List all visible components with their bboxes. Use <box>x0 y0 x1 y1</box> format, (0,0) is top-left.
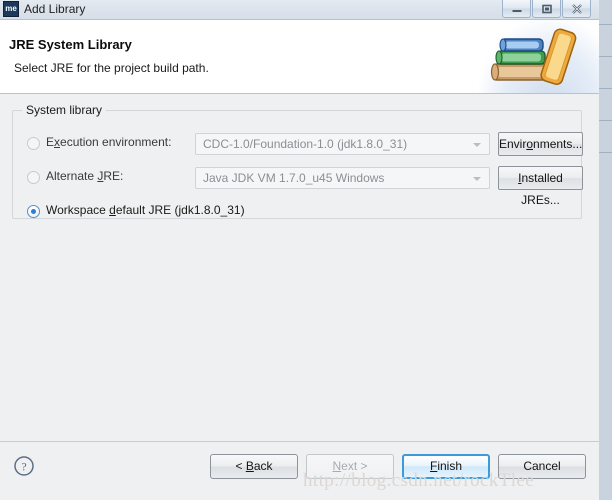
label-mnemonic: N <box>332 459 342 473</box>
cancel-button[interactable]: Cancel <box>498 454 586 479</box>
label-part: < <box>235 459 246 473</box>
close-button[interactable] <box>562 0 591 18</box>
label-part: efault JRE (jdk1.8.0_31) <box>115 203 245 217</box>
wizard-header: JRE System Library Select JRE for the pr… <box>0 19 599 94</box>
label-part: nments... <box>533 137 583 151</box>
execution-environment-value: CDC-1.0/Foundation-1.0 (jdk1.8.0_31) <box>203 137 408 151</box>
alternate-jre-label: Alternate JRE: <box>46 169 123 183</box>
stacked-books-icon <box>490 28 577 86</box>
header-banner-background <box>479 20 599 93</box>
chevron-down-icon <box>473 143 481 147</box>
workspace-default-jre-row: Workspace default JRE (jdk1.8.0_31) <box>13 199 581 225</box>
background-window-line <box>598 120 612 121</box>
finish-button[interactable]: Finish <box>402 454 490 479</box>
back-button[interactable]: < Back <box>210 454 298 479</box>
label-part: ext > <box>341 459 368 473</box>
next-button: Next > <box>306 454 394 479</box>
background-window-line <box>598 152 612 153</box>
environments-button[interactable]: Environments... <box>498 132 583 156</box>
background-window-line <box>598 24 612 25</box>
background-window-line <box>598 56 612 57</box>
alternate-jre-row: Alternate JRE: Java JDK VM 1.7.0_u45 Win… <box>13 165 583 207</box>
label-part: inish <box>437 459 463 473</box>
label-part: ack <box>253 459 273 473</box>
label-part: Alternate <box>46 169 98 183</box>
dialog-frame: me Add Library JRE System Library Select… <box>0 0 599 500</box>
label-part: Cancel <box>523 459 561 473</box>
installed-jres-button[interactable]: Installed JREs... <box>498 166 583 207</box>
window-title: Add Library <box>24 2 86 16</box>
minimize-button[interactable] <box>502 0 531 18</box>
maximize-button[interactable] <box>532 0 561 18</box>
page-title: JRE System Library <box>9 37 132 52</box>
background-window-line <box>598 88 612 89</box>
label-mnemonic: d <box>109 203 116 217</box>
execution-environment-radio[interactable] <box>27 137 40 150</box>
chevron-down-icon <box>473 177 481 181</box>
page-subtitle: Select JRE for the project build path. <box>14 61 209 75</box>
window-controls <box>501 0 591 18</box>
label-part: Workspace <box>46 203 110 217</box>
label-part: ecution environment: <box>60 135 172 149</box>
add-library-dialog-window: me Add Library JRE System Library Select… <box>0 0 612 500</box>
alternate-jre-radio[interactable] <box>27 171 40 184</box>
workspace-default-jre-radio[interactable] <box>27 205 40 218</box>
execution-environment-label: Execution environment: <box>46 135 171 149</box>
label-part: E <box>46 135 55 149</box>
label-part: RE: <box>103 169 124 183</box>
execution-environment-row: Execution environment: CDC-1.0/Foundatio… <box>13 131 583 157</box>
alternate-jre-combobox[interactable]: Java JDK VM 1.7.0_u45 Windows <box>195 167 490 189</box>
system-library-group: System library Execution environment: CD… <box>12 103 583 219</box>
close-icon <box>571 3 582 14</box>
execution-environment-combobox[interactable]: CDC-1.0/Foundation-1.0 (jdk1.8.0_31) <box>195 133 490 155</box>
eclipse-app-icon: me <box>3 1 19 17</box>
alternate-jre-value: Java JDK VM 1.7.0_u45 Windows <box>203 171 385 185</box>
help-question-icon[interactable]: ? <box>13 455 35 477</box>
workspace-default-jre-label: Workspace default JRE (jdk1.8.0_31) <box>46 203 245 217</box>
system-library-group-label: System library <box>22 103 107 117</box>
background-window-strip <box>598 0 612 500</box>
svg-text:?: ? <box>21 460 26 474</box>
title-bar[interactable]: me Add Library <box>0 0 599 19</box>
label-part: Envir <box>499 137 527 151</box>
dialog-footer: ? < Back Next > Finish Cancel <box>0 441 599 500</box>
minimize-icon <box>512 9 521 12</box>
dialog-body: System library Execution environment: CD… <box>0 94 599 441</box>
label-mnemonic: B <box>245 459 254 473</box>
maximize-icon <box>541 4 552 13</box>
